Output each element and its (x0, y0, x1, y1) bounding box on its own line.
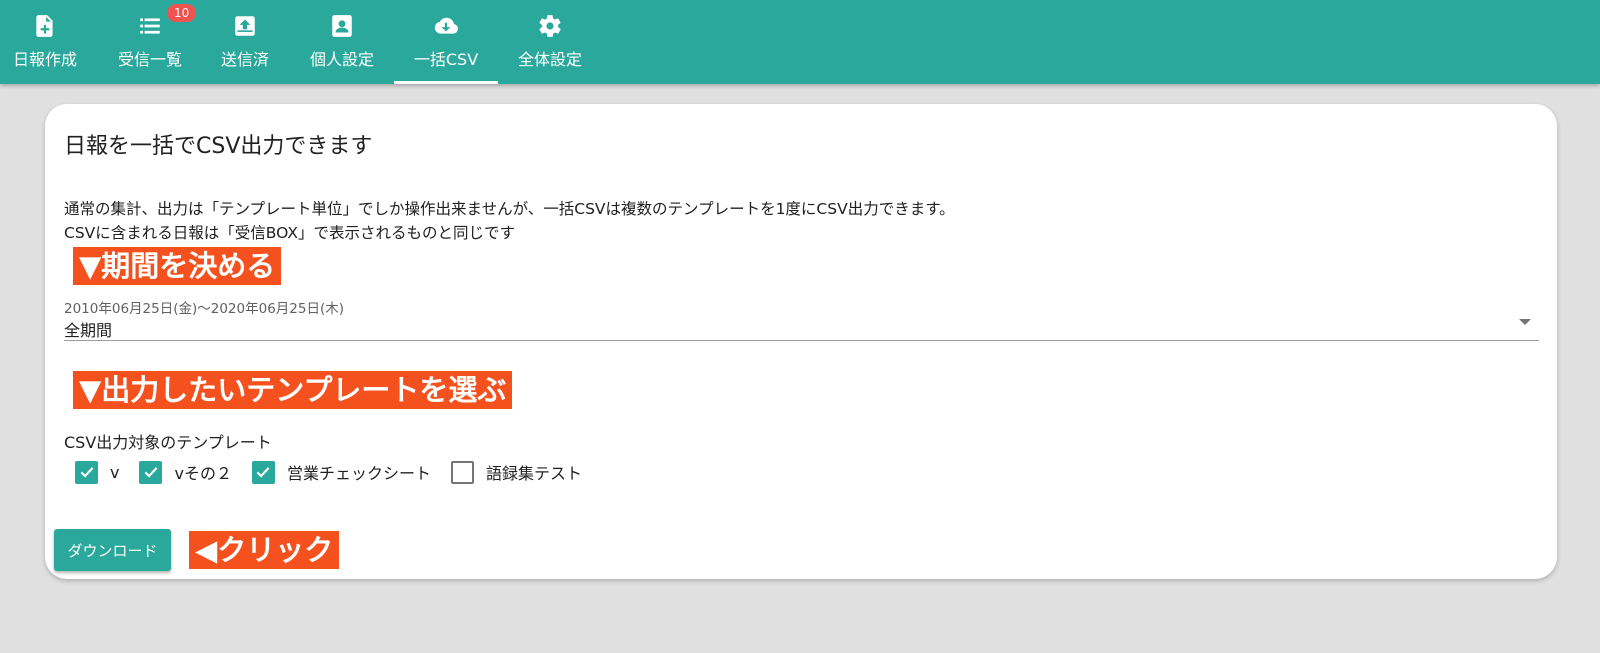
tab-label: 日報作成 (12, 50, 78, 69)
top-navigation-bar: 日報作成 10 受信一覧 送信済 個人設定 一括CSV 全体設定 (0, 0, 1600, 84)
tab-sent[interactable]: 送信済 (200, 0, 290, 84)
check-icon (257, 467, 270, 478)
template-checkbox-glossary-test[interactable]: 語録集テスト (450, 460, 582, 484)
active-tab-indicator (394, 81, 498, 84)
tab-personal-settings[interactable]: 個人設定 (295, 0, 389, 84)
download-button[interactable]: ダウンロード (54, 529, 171, 571)
template-checkbox-sales-checksheet[interactable]: 営業チェックシート (251, 460, 431, 484)
tab-label: 全体設定 (517, 50, 583, 69)
user-card-icon (332, 15, 352, 37)
period-select[interactable]: 全期間 (64, 311, 1539, 341)
callout-choose-template: ▼出力したいテンプレートを選ぶ (73, 371, 513, 409)
page-title: 日報を一括でCSV出力できます (64, 134, 373, 159)
tab-label: 送信済 (220, 50, 270, 69)
list-icon (140, 18, 160, 34)
checkbox-label: v (110, 462, 120, 482)
csv-export-card: 日報を一括でCSV出力できます 通常の集計、出力は「テンプレート単位」でしか操作… (45, 104, 1557, 579)
tab-label: 一括CSV (413, 50, 479, 69)
checkbox-label: 語録集テスト (485, 464, 582, 483)
checkbox-checked[interactable] (251, 460, 275, 484)
checkbox-checked[interactable] (75, 460, 98, 484)
description-line-2: CSVに含まれる日報は「受信BOX」で表示されるものと同じです (64, 224, 515, 242)
template-checkbox-v2[interactable]: vその２ (139, 460, 232, 484)
check-icon (80, 467, 93, 478)
checkbox-checked[interactable] (139, 460, 163, 484)
checkbox-label: 営業チェックシート (286, 464, 431, 483)
template-checkbox-group: v vその２ 営業チェックシート 語録集テスト (75, 457, 602, 487)
check-icon (144, 467, 158, 478)
file-plus-icon (36, 15, 53, 37)
description-line-1: 通常の集計、出力は「テンプレート単位」でしか操作出来ませんが、一括CSVは複数の… (64, 200, 955, 218)
tab-inbox[interactable]: 10 受信一覧 (105, 0, 197, 84)
checkbox-unchecked[interactable] (450, 460, 474, 484)
dropdown-arrow-icon (1519, 319, 1531, 325)
checkbox-label: vその２ (174, 464, 232, 483)
tab-label: 個人設定 (309, 50, 375, 69)
tab-global-settings[interactable]: 全体設定 (503, 0, 597, 84)
tab-create-report[interactable]: 日報作成 (0, 0, 90, 84)
period-selected-value: 全期間 (64, 321, 113, 340)
tab-bulk-csv[interactable]: 一括CSV (394, 0, 498, 84)
template-section-label: CSV出力対象のテンプレート (64, 433, 272, 452)
tab-label: 受信一覧 (117, 50, 183, 69)
cloud-download-icon (434, 17, 458, 34)
callout-click: ◀クリック (189, 531, 340, 569)
gear-icon (539, 15, 561, 37)
outbox-icon (235, 16, 255, 36)
callout-choose-period: ▼期間を決める (73, 247, 282, 285)
unread-count-badge: 10 (167, 4, 197, 22)
template-checkbox-v[interactable]: v (75, 460, 120, 484)
